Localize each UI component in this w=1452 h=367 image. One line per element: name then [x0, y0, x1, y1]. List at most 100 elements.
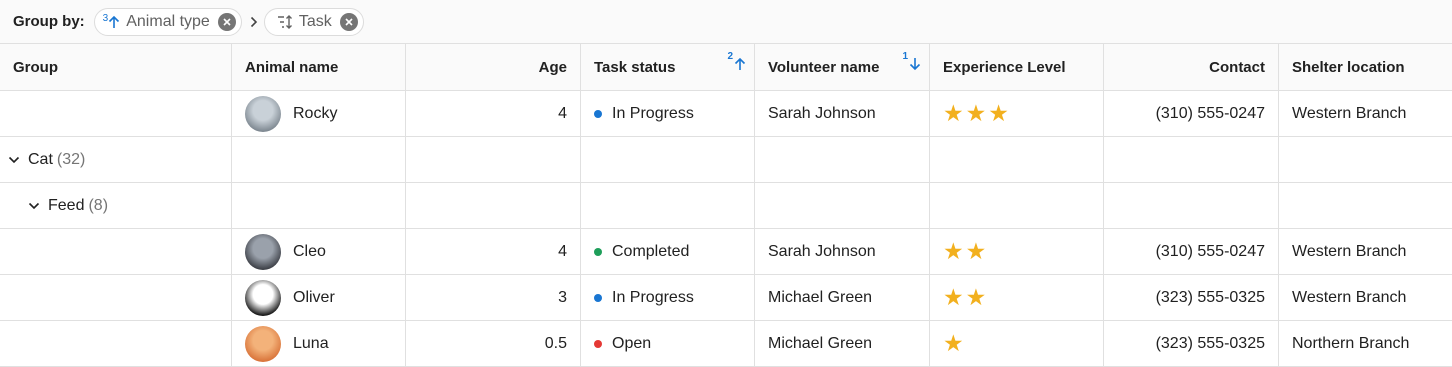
- animal-name: Rocky: [293, 104, 338, 122]
- close-icon[interactable]: [217, 12, 236, 31]
- column-header-volunteer-name[interactable]: Volunteer name 1: [755, 44, 930, 90]
- table-cell: [232, 137, 406, 182]
- group-count: (8): [88, 196, 109, 214]
- group-by-bar: Group by: 3 Animal type Task: [0, 0, 1452, 44]
- volunteer-name: Sarah Johnson: [768, 242, 876, 260]
- table-cell: ★ ★ ★: [930, 91, 1104, 136]
- chevron-down-icon[interactable]: [8, 156, 20, 164]
- group-label: Feed: [48, 196, 85, 214]
- table-cell: 4: [406, 229, 581, 274]
- contact-phone: (310) 555-0247: [1155, 242, 1265, 260]
- shelter-location: Western Branch: [1292, 288, 1407, 306]
- data-grid: Group Animal name Age Task status 2 Volu…: [0, 44, 1452, 367]
- star-icon: ★: [943, 100, 964, 126]
- volunteer-name: Sarah Johnson: [768, 104, 876, 122]
- contact-phone: (310) 555-0247: [1155, 104, 1265, 122]
- table-row[interactable]: Oliver 3 In Progress Michael Green ★ ★ (323) 5…: [0, 275, 1452, 321]
- sort-indicator[interactable]: 2: [727, 52, 746, 71]
- age-value: 4: [558, 242, 567, 260]
- table-row[interactable]: Rocky 4 In Progress Sarah Johnson ★ ★ ★ (310) 5…: [0, 91, 1452, 137]
- grid-body: Rocky 4 In Progress Sarah Johnson ★ ★ ★ (310) 5…: [0, 91, 1452, 367]
- group-type-icon: [277, 14, 293, 29]
- table-cell: 4: [406, 91, 581, 136]
- table-cell: ★ ★: [930, 275, 1104, 320]
- chevron-down-icon[interactable]: [28, 202, 40, 210]
- table-cell: [406, 183, 581, 228]
- table-cell: (323) 555-0325: [1104, 275, 1279, 320]
- group-row[interactable]: Feed (8): [0, 183, 1452, 229]
- column-header-label: Animal name: [245, 58, 339, 76]
- age-value: 3: [558, 288, 567, 306]
- sort-order-number: 3: [102, 13, 109, 24]
- table-cell: [930, 137, 1104, 182]
- table-row[interactable]: Luna 0.5 Open Michael Green ★ (323) 555-0325 N…: [0, 321, 1452, 367]
- table-cell: In Progress: [581, 275, 755, 320]
- status-text: In Progress: [612, 104, 694, 122]
- column-header-group[interactable]: Group: [0, 44, 232, 90]
- column-header-label: Age: [538, 58, 567, 76]
- arrow-down-icon: [909, 57, 921, 71]
- group-chip-animal-type[interactable]: 3 Animal type: [93, 7, 242, 36]
- table-cell: [755, 183, 930, 228]
- star-icon: ★: [988, 100, 1009, 126]
- table-cell: [0, 91, 232, 136]
- table-cell: [1279, 183, 1452, 228]
- table-cell: Cleo: [232, 229, 406, 274]
- sort-indicator[interactable]: 1: [902, 52, 921, 71]
- shelter-location: Western Branch: [1292, 104, 1407, 122]
- table-cell: (310) 555-0247: [1104, 229, 1279, 274]
- column-header-task-status[interactable]: Task status 2: [581, 44, 755, 90]
- table-cell: Michael Green: [755, 275, 930, 320]
- status-dot-icon: [594, 247, 602, 256]
- table-cell: [232, 183, 406, 228]
- column-header-label: Shelter location: [1292, 58, 1405, 76]
- arrow-up-icon: [734, 57, 746, 71]
- avatar: [245, 279, 281, 316]
- table-cell: [1104, 137, 1279, 182]
- column-header-animal-name[interactable]: Animal name: [232, 44, 406, 90]
- table-cell: Oliver: [232, 275, 406, 320]
- header-row: Group Animal name Age Task status 2 Volu…: [0, 44, 1452, 91]
- avatar: [245, 95, 281, 132]
- column-header-shelter-location[interactable]: Shelter location: [1279, 44, 1452, 90]
- table-cell: Western Branch: [1279, 91, 1452, 136]
- volunteer-name: Michael Green: [768, 288, 873, 306]
- table-cell: [930, 183, 1104, 228]
- shelter-location: Western Branch: [1292, 242, 1407, 260]
- column-header-experience-level[interactable]: Experience Level: [930, 44, 1104, 90]
- table-cell: In Progress: [581, 91, 755, 136]
- column-header-label: Group: [13, 58, 58, 76]
- group-row[interactable]: Cat (32): [0, 137, 1452, 183]
- status-dot-icon: [594, 109, 602, 118]
- table-cell: Sarah Johnson: [755, 229, 930, 274]
- column-header-age[interactable]: Age: [406, 44, 581, 90]
- table-cell: [0, 229, 232, 274]
- group-chip-task[interactable]: Task: [263, 7, 364, 36]
- table-cell: Western Branch: [1279, 229, 1452, 274]
- chip-label: Task: [298, 12, 332, 30]
- table-cell: 3: [406, 275, 581, 320]
- table-row[interactable]: Cleo 4 Completed Sarah Johnson ★ ★ (310) 555-0…: [0, 229, 1452, 275]
- column-header-label: Contact: [1209, 58, 1265, 76]
- column-header-contact[interactable]: Contact: [1104, 44, 1279, 90]
- chip-label: Animal type: [126, 12, 210, 30]
- column-header-label: Volunteer name: [768, 58, 880, 76]
- table-cell: Feed (8): [0, 183, 232, 228]
- table-cell: [1279, 137, 1452, 182]
- table-cell: [581, 137, 755, 182]
- column-header-label: Task status: [594, 58, 676, 76]
- animal-name: Oliver: [293, 288, 335, 306]
- close-icon[interactable]: [339, 12, 358, 31]
- star-icon: ★: [943, 284, 964, 310]
- group-label: Cat: [28, 150, 53, 168]
- table-cell: Sarah Johnson: [755, 91, 930, 136]
- sort-order-number: 2: [727, 51, 733, 62]
- star-icon: ★: [965, 100, 987, 126]
- table-cell: [0, 275, 232, 320]
- group-count: (32): [56, 150, 86, 168]
- arrow-up-icon[interactable]: [108, 15, 120, 29]
- sort-order-number: 1: [902, 51, 908, 62]
- star-icon: ★: [943, 238, 964, 264]
- table-cell: Cat (32): [0, 137, 232, 182]
- chevron-right-icon: [250, 16, 258, 28]
